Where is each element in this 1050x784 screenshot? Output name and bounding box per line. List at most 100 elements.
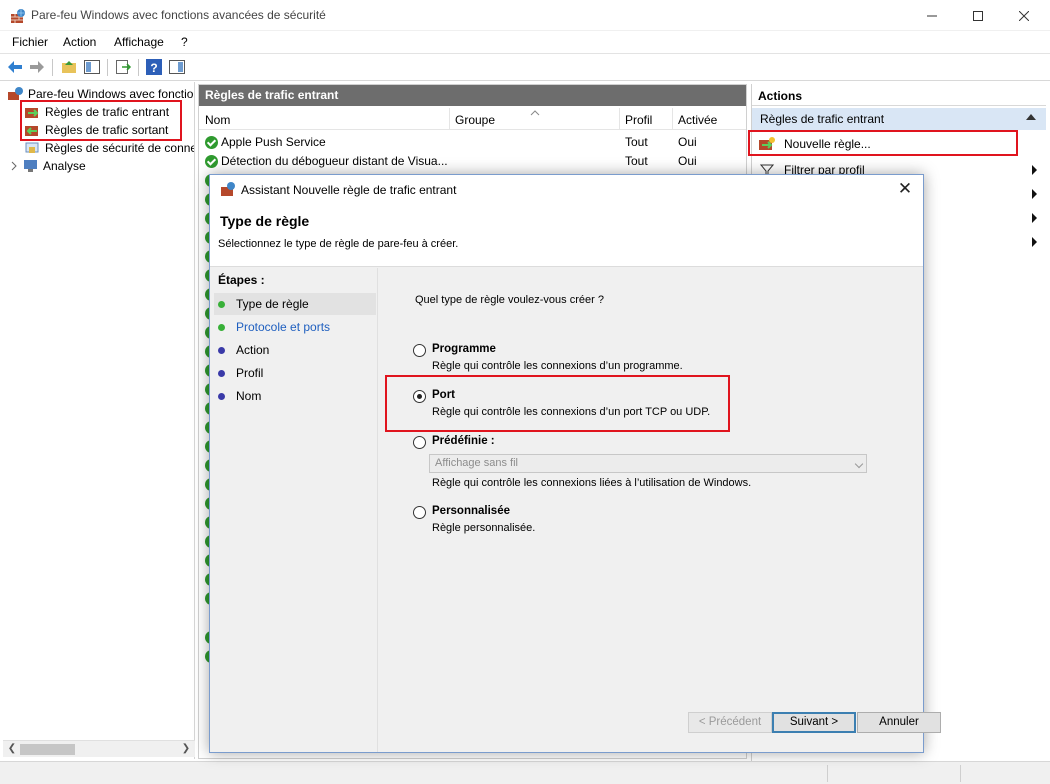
export-list-icon[interactable] [114,58,132,76]
step-done-dot-icon [218,324,225,331]
new-rule-icon [759,137,775,150]
step-type-de-regle: Type de règle [214,293,376,315]
step-label: Nom [236,389,262,403]
actions-section-inbound[interactable]: Règles de trafic entrant [752,108,1046,130]
column-profile[interactable]: Profil [625,113,652,127]
radio-programme[interactable] [413,344,426,357]
close-icon [1019,10,1029,21]
step-nom: Nom [214,385,376,407]
column-group[interactable]: Groupe [455,113,495,127]
next-button[interactable]: Suivant > [772,712,856,733]
column-enabled[interactable]: Activée [678,113,717,127]
enabled-check-icon [205,155,218,168]
radio-predefinie[interactable] [413,436,426,449]
step-label: Type de règle [236,297,309,311]
toolbar-separator [138,59,139,76]
firewall-icon [11,9,25,23]
status-divider [960,765,961,782]
option-description: Règle qui contrôle les connexions d’un p… [432,360,683,372]
table-row[interactable]: Détection du débogueur distant de Visua.… [199,152,746,171]
tree-horizontal-scrollbar[interactable]: ❮ ❯ [3,740,195,757]
inbound-rules-icon [25,108,39,118]
tree-item-connection-security[interactable]: Règles de sécurité de conne [25,139,194,157]
close-button[interactable] [1001,0,1047,31]
tree-item-label: Analyse [43,159,86,173]
rule-name: Apple Push Service [221,135,326,149]
connection-security-icon [25,142,39,153]
column-name[interactable]: Nom [205,113,230,127]
menu-affichage[interactable]: Affichage [114,35,164,49]
table-row[interactable]: Apple Push Service Tout Oui [199,133,746,152]
show-hide-actions-icon[interactable] [168,58,186,76]
steps-title: Étapes : [218,273,265,287]
menu-help[interactable]: ? [181,35,188,49]
option-title: Personnalisée [432,505,510,517]
radio-port[interactable] [413,390,426,403]
tree-item-analyse[interactable]: Analyse [9,157,86,175]
submenu-arrow-icon [1032,165,1037,175]
outbound-rules-icon [25,126,38,136]
menu-fichier[interactable]: Fichier [12,35,48,49]
cancel-button[interactable]: Annuler [857,712,941,733]
firewall-icon [8,87,23,100]
predefined-select-value: Affichage sans fil [435,457,518,469]
option-description: Règle qui contrôle les connexions liées … [432,477,752,489]
tree-item-label: Règles de trafic sortant [45,123,169,137]
title-bar: Pare-feu Windows avec fonctions avancées… [0,0,1050,31]
scroll-right-icon[interactable]: ❯ [179,742,193,756]
maximize-button[interactable] [955,0,1001,31]
action-new-rule[interactable]: Nouvelle règle... [752,132,1047,156]
tree-item-inbound-rules[interactable]: Règles de trafic entrant [25,103,169,121]
step-profil: Profil [214,362,376,384]
dialog-header: Type de règle Sélectionnez le type de rè… [210,203,923,267]
step-protocole-ports[interactable]: Protocole et ports [214,316,376,338]
chevron-down-icon [854,459,864,469]
back-arrow-icon[interactable] [6,58,24,76]
svg-text:?: ? [150,61,157,75]
show-hide-tree-icon[interactable] [83,58,101,76]
firewall-icon [221,182,235,196]
step-label: Profil [236,366,264,380]
tree-item-label: Règles de trafic entrant [45,105,170,119]
scroll-thumb[interactable] [20,744,75,755]
minimize-button[interactable] [909,0,955,31]
help-icon[interactable]: ? [145,58,163,76]
submenu-arrow-icon [1032,213,1037,223]
dialog-close-icon[interactable]: ✕ [895,179,915,199]
forward-arrow-icon[interactable] [28,58,46,76]
action-label: Nouvelle règle... [784,137,871,151]
monitoring-icon [24,160,37,172]
dialog-title-bar: Assistant Nouvelle règle de trafic entra… [210,175,923,203]
tree-item-outbound-rules[interactable]: Règles de trafic sortant [25,121,168,139]
scroll-left-icon[interactable]: ❮ [5,742,19,756]
column-divider[interactable] [672,108,673,130]
sort-ascending-icon [530,110,540,116]
chevron-right-icon[interactable] [9,161,19,171]
option-description: Règle qui contrôle les connexions d’un p… [432,406,711,418]
tree-root[interactable]: Pare-feu Windows avec fonctio [8,85,193,103]
rule-profile: Tout [625,135,648,149]
radio-personnalisee[interactable] [413,506,426,519]
previous-button[interactable]: < Précédent [688,712,772,733]
menu-action[interactable]: Action [63,35,96,49]
option-title: Programme [432,343,496,355]
step-pending-dot-icon [218,347,225,354]
option-title: Prédéfinie : [432,435,495,447]
dialog-subheading: Sélectionnez le type de règle de pare-fe… [218,238,459,250]
column-divider[interactable] [449,108,450,130]
step-pending-dot-icon [218,370,225,377]
column-divider[interactable] [619,108,620,130]
collapse-up-icon[interactable] [1026,114,1036,120]
navigation-tree: Pare-feu Windows avec fonctio Règles de … [3,82,195,759]
actions-header: Actions [752,84,1046,106]
minimize-icon [927,15,937,16]
up-folder-icon[interactable] [60,58,78,76]
rules-list-header: Règles de trafic entrant [199,85,746,106]
rule-profile: Tout [625,154,648,168]
toolbar-separator [107,59,108,76]
rule-enabled: Oui [678,154,697,168]
submenu-arrow-icon [1032,237,1037,247]
predefined-select[interactable]: Affichage sans fil [429,454,867,473]
status-bar [0,761,1050,784]
column-headers: Nom Groupe Profil Activée [199,108,746,130]
